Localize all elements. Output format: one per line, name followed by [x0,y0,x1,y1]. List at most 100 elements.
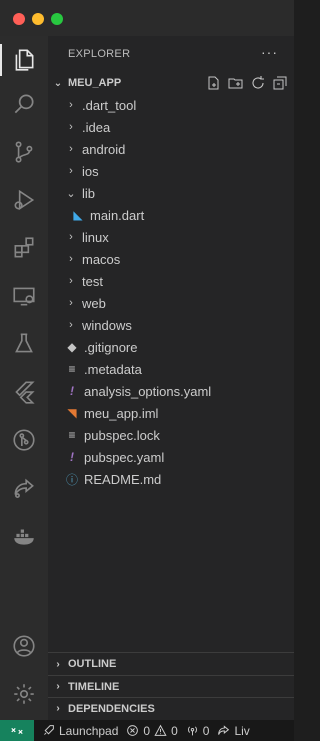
live-share-label: Liv [234,723,250,738]
warning-icon [154,724,167,736]
outline-label: OUTLINE [68,658,117,670]
live-share-status[interactable]: Liv [217,723,250,738]
launchpad-label: Launchpad [59,723,119,738]
rocket-icon [44,725,54,735]
tree-item-label: pubspec.yaml [84,449,165,465]
project-name: MEU_APP [68,77,122,89]
text-file-icon: ≡ [68,428,76,442]
explorer-header: EXPLORER ··· [48,36,294,72]
refresh-icon[interactable] [250,75,266,91]
folder-row[interactable]: ⌄ lib [48,182,294,204]
ports-count: 0 [202,723,210,738]
launchpad-status[interactable]: Launchpad [42,724,118,738]
folder-row[interactable]: › web [48,292,294,314]
run-debug-icon[interactable] [0,180,48,220]
remote-indicator[interactable] [0,720,34,741]
file-row[interactable]: ≡ pubspec.lock [48,424,294,446]
tree-item-label: .idea [82,119,111,135]
folder-row[interactable]: › ios [48,160,294,182]
flutter-icon[interactable] [0,372,48,412]
folder-row[interactable]: › windows [48,314,294,336]
minimize-window-button[interactable] [32,13,44,25]
folder-row[interactable]: › macos [48,248,294,270]
outline-section-header[interactable]: › OUTLINE [48,653,294,675]
more-actions-button[interactable]: ··· [261,44,278,60]
file-row[interactable]: ◆ .gitignore [48,336,294,358]
tree-item-label: .dart_tool [82,97,137,113]
chevron-right-icon: › [56,658,60,670]
ports-status[interactable]: 0 [186,723,210,738]
tree-item-label: macos [82,251,121,267]
tree-item-label: pubspec.lock [84,427,160,443]
folder-row[interactable]: › test [48,270,294,292]
file-row[interactable]: ! pubspec.yaml [48,446,294,468]
folder-row[interactable]: › android [48,138,294,160]
chevron-right-icon: › [56,681,60,692]
tree-item-label: test [82,273,103,289]
text-file-icon: ≡ [68,362,76,376]
tree-item-label: main.dart [90,207,145,223]
dependencies-label: DEPENDENCIES [68,702,155,715]
dart-file-icon: ◣ [73,208,83,222]
accounts-icon[interactable] [0,626,48,666]
problems-status[interactable]: 0 0 [126,723,178,738]
tree-item-label: linux [82,229,109,245]
new-file-icon[interactable] [206,75,222,91]
live-share-icon[interactable] [0,468,48,508]
chevron-right-icon: › [56,703,60,714]
folder-row[interactable]: › .dart_tool [48,94,294,116]
source-control-icon[interactable] [0,132,48,172]
explorer-icon[interactable] [0,40,48,80]
dependencies-section-header[interactable]: › DEPENDENCIES [48,697,294,719]
error-icon [127,725,139,736]
chevron-down-icon: ⌄ [66,187,76,200]
gear-icon[interactable] [0,674,48,714]
file-row[interactable]: ≡ .metadata [48,358,294,380]
xml-file-icon: ◥ [67,406,77,420]
timeline-section-header[interactable]: › TIMELINE [48,675,294,697]
git-graph-icon[interactable] [0,420,48,460]
file-row[interactable]: ◥ meu_app.iml [48,402,294,424]
tree-item-label: android [82,141,126,157]
chevron-right-icon: › [69,165,73,177]
project-section-header[interactable]: ⌄ MEU_APP [48,72,294,94]
folder-row[interactable]: › linux [48,226,294,248]
info-file-icon: ⓘ [65,472,78,487]
docker-icon[interactable] [0,516,48,556]
yaml-file-icon: ! [70,384,74,398]
explorer-title: EXPLORER [68,48,131,60]
explorer-sidebar: EXPLORER ··· ⌄ MEU_APP › .dart_tool › .idea… [48,36,294,720]
tree-item-label: web [82,295,106,311]
tree-item-label: README.md [84,471,162,487]
chevron-right-icon: › [69,121,73,133]
collapse-all-icon[interactable] [272,75,288,91]
tree-item-label: meu_app.iml [84,405,159,421]
chevron-down-icon: ⌄ [53,77,63,89]
activity-bar [0,36,48,720]
project-actions [206,75,288,91]
new-folder-icon[interactable] [228,75,244,91]
folder-row[interactable]: › .idea [48,116,294,138]
error-count: 0 [143,723,151,738]
warning-count: 0 [171,723,178,738]
chevron-right-icon: › [69,253,73,265]
status-bar: Launchpad 0 0 0 Liv [0,720,294,741]
file-row[interactable]: ! analysis_options.yaml [48,380,294,402]
chevron-right-icon: › [69,99,73,111]
extensions-icon[interactable] [0,228,48,268]
tree-item-label: analysis_options.yaml [84,383,212,399]
remote-icon [11,727,23,734]
git-file-icon: ◆ [67,340,77,354]
broadcast-icon [187,726,197,736]
remote-explorer-icon[interactable] [0,276,48,316]
close-window-button[interactable] [13,13,25,25]
search-icon[interactable] [0,84,48,124]
yaml-file-icon: ! [70,450,74,464]
testing-icon[interactable] [0,324,48,364]
chevron-right-icon: › [69,297,73,309]
window-titlebar [0,0,294,36]
maximize-window-button[interactable] [51,13,63,25]
tree-item-label: ios [82,163,99,179]
file-row[interactable]: ◣ main.dart [48,204,294,226]
file-row[interactable]: ⓘ README.md [48,468,294,490]
